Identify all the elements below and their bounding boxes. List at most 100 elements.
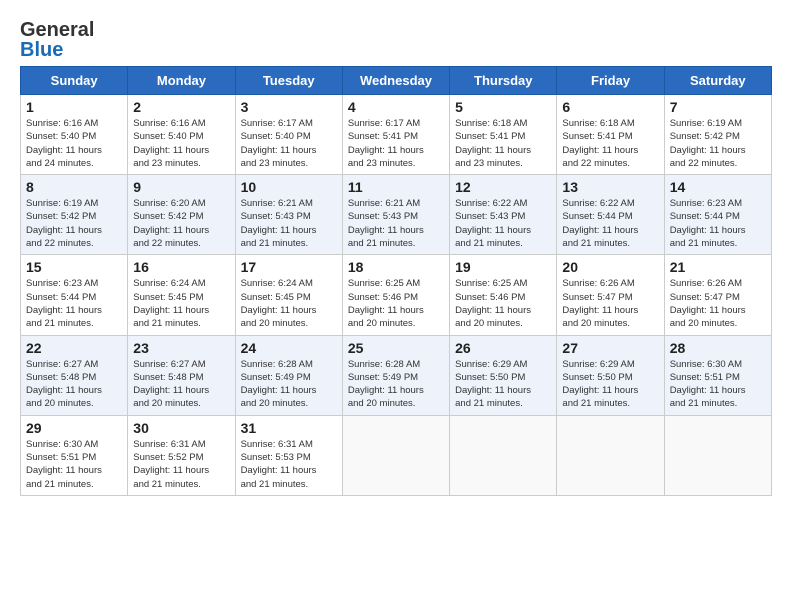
day-number: 26 <box>455 340 551 356</box>
calendar-cell <box>557 415 664 495</box>
day-number: 7 <box>670 99 766 115</box>
day-info: Sunrise: 6:16 AM Sunset: 5:40 PM Dayligh… <box>26 117 122 170</box>
calendar-cell: 22 Sunrise: 6:27 AM Sunset: 5:48 PM Dayli… <box>21 335 128 415</box>
day-number: 10 <box>241 179 337 195</box>
calendar-cell: 4 Sunrise: 6:17 AM Sunset: 5:41 PM Daylig… <box>342 95 449 175</box>
day-info: Sunrise: 6:25 AM Sunset: 5:46 PM Dayligh… <box>455 277 551 330</box>
day-info: Sunrise: 6:31 AM Sunset: 5:53 PM Dayligh… <box>241 438 337 491</box>
calendar-cell: 3 Sunrise: 6:17 AM Sunset: 5:40 PM Daylig… <box>235 95 342 175</box>
calendar-cell: 16 Sunrise: 6:24 AM Sunset: 5:45 PM Dayli… <box>128 255 235 335</box>
calendar-cell: 29 Sunrise: 6:30 AM Sunset: 5:51 PM Dayli… <box>21 415 128 495</box>
day-info: Sunrise: 6:17 AM Sunset: 5:41 PM Dayligh… <box>348 117 444 170</box>
day-info: Sunrise: 6:31 AM Sunset: 5:52 PM Dayligh… <box>133 438 229 491</box>
day-number: 11 <box>348 179 444 195</box>
day-number: 9 <box>133 179 229 195</box>
day-info: Sunrise: 6:24 AM Sunset: 5:45 PM Dayligh… <box>241 277 337 330</box>
day-info: Sunrise: 6:30 AM Sunset: 5:51 PM Dayligh… <box>670 358 766 411</box>
logo: General Blue <box>20 20 66 56</box>
day-info: Sunrise: 6:27 AM Sunset: 5:48 PM Dayligh… <box>26 358 122 411</box>
calendar-cell: 25 Sunrise: 6:28 AM Sunset: 5:49 PM Dayli… <box>342 335 449 415</box>
day-number: 30 <box>133 420 229 436</box>
day-info: Sunrise: 6:28 AM Sunset: 5:49 PM Dayligh… <box>348 358 444 411</box>
day-info: Sunrise: 6:28 AM Sunset: 5:49 PM Dayligh… <box>241 358 337 411</box>
calendar-cell: 26 Sunrise: 6:29 AM Sunset: 5:50 PM Dayli… <box>450 335 557 415</box>
day-info: Sunrise: 6:24 AM Sunset: 5:45 PM Dayligh… <box>133 277 229 330</box>
day-info: Sunrise: 6:19 AM Sunset: 5:42 PM Dayligh… <box>26 197 122 250</box>
day-info: Sunrise: 6:26 AM Sunset: 5:47 PM Dayligh… <box>670 277 766 330</box>
calendar-cell: 24 Sunrise: 6:28 AM Sunset: 5:49 PM Dayli… <box>235 335 342 415</box>
day-number: 29 <box>26 420 122 436</box>
day-info: Sunrise: 6:25 AM Sunset: 5:46 PM Dayligh… <box>348 277 444 330</box>
day-number: 17 <box>241 259 337 275</box>
day-number: 5 <box>455 99 551 115</box>
day-info: Sunrise: 6:22 AM Sunset: 5:43 PM Dayligh… <box>455 197 551 250</box>
day-number: 19 <box>455 259 551 275</box>
calendar-cell <box>664 415 771 495</box>
calendar-cell: 18 Sunrise: 6:25 AM Sunset: 5:46 PM Dayli… <box>342 255 449 335</box>
calendar-cell: 15 Sunrise: 6:23 AM Sunset: 5:44 PM Dayli… <box>21 255 128 335</box>
weekday-header-saturday: Saturday <box>664 67 771 95</box>
day-number: 28 <box>670 340 766 356</box>
calendar-cell: 5 Sunrise: 6:18 AM Sunset: 5:41 PM Daylig… <box>450 95 557 175</box>
day-number: 3 <box>241 99 337 115</box>
day-number: 13 <box>562 179 658 195</box>
day-info: Sunrise: 6:16 AM Sunset: 5:40 PM Dayligh… <box>133 117 229 170</box>
day-info: Sunrise: 6:23 AM Sunset: 5:44 PM Dayligh… <box>26 277 122 330</box>
day-number: 31 <box>241 420 337 436</box>
day-info: Sunrise: 6:20 AM Sunset: 5:42 PM Dayligh… <box>133 197 229 250</box>
day-number: 21 <box>670 259 766 275</box>
calendar-cell: 30 Sunrise: 6:31 AM Sunset: 5:52 PM Dayli… <box>128 415 235 495</box>
weekday-header-sunday: Sunday <box>21 67 128 95</box>
day-info: Sunrise: 6:29 AM Sunset: 5:50 PM Dayligh… <box>562 358 658 411</box>
calendar-cell: 28 Sunrise: 6:30 AM Sunset: 5:51 PM Dayli… <box>664 335 771 415</box>
day-info: Sunrise: 6:21 AM Sunset: 5:43 PM Dayligh… <box>241 197 337 250</box>
day-number: 4 <box>348 99 444 115</box>
weekday-header-thursday: Thursday <box>450 67 557 95</box>
day-info: Sunrise: 6:19 AM Sunset: 5:42 PM Dayligh… <box>670 117 766 170</box>
weekday-header-wednesday: Wednesday <box>342 67 449 95</box>
calendar-cell: 17 Sunrise: 6:24 AM Sunset: 5:45 PM Dayli… <box>235 255 342 335</box>
day-number: 16 <box>133 259 229 275</box>
day-number: 27 <box>562 340 658 356</box>
day-number: 1 <box>26 99 122 115</box>
day-number: 15 <box>26 259 122 275</box>
day-number: 18 <box>348 259 444 275</box>
calendar-table: SundayMondayTuesdayWednesdayThursdayFrid… <box>20 66 772 496</box>
calendar-cell: 21 Sunrise: 6:26 AM Sunset: 5:47 PM Dayli… <box>664 255 771 335</box>
day-info: Sunrise: 6:18 AM Sunset: 5:41 PM Dayligh… <box>455 117 551 170</box>
calendar-cell <box>342 415 449 495</box>
day-info: Sunrise: 6:17 AM Sunset: 5:40 PM Dayligh… <box>241 117 337 170</box>
day-number: 20 <box>562 259 658 275</box>
day-number: 24 <box>241 340 337 356</box>
day-info: Sunrise: 6:30 AM Sunset: 5:51 PM Dayligh… <box>26 438 122 491</box>
calendar-cell: 20 Sunrise: 6:26 AM Sunset: 5:47 PM Dayli… <box>557 255 664 335</box>
day-info: Sunrise: 6:29 AM Sunset: 5:50 PM Dayligh… <box>455 358 551 411</box>
day-info: Sunrise: 6:27 AM Sunset: 5:48 PM Dayligh… <box>133 358 229 411</box>
calendar-cell: 11 Sunrise: 6:21 AM Sunset: 5:43 PM Dayli… <box>342 175 449 255</box>
day-info: Sunrise: 6:21 AM Sunset: 5:43 PM Dayligh… <box>348 197 444 250</box>
day-number: 8 <box>26 179 122 195</box>
day-info: Sunrise: 6:22 AM Sunset: 5:44 PM Dayligh… <box>562 197 658 250</box>
calendar-cell: 8 Sunrise: 6:19 AM Sunset: 5:42 PM Daylig… <box>21 175 128 255</box>
day-info: Sunrise: 6:18 AM Sunset: 5:41 PM Dayligh… <box>562 117 658 170</box>
calendar-cell: 9 Sunrise: 6:20 AM Sunset: 5:42 PM Daylig… <box>128 175 235 255</box>
header: General Blue <box>20 20 772 56</box>
calendar-cell: 2Sunrise: 6:16 AM Sunset: 5:40 PM Daylig… <box>128 95 235 175</box>
weekday-header-tuesday: Tuesday <box>235 67 342 95</box>
calendar-cell: 19 Sunrise: 6:25 AM Sunset: 5:46 PM Dayli… <box>450 255 557 335</box>
calendar-cell: 13 Sunrise: 6:22 AM Sunset: 5:44 PM Dayli… <box>557 175 664 255</box>
day-number: 25 <box>348 340 444 356</box>
day-number: 22 <box>26 340 122 356</box>
calendar-cell: 1 Sunrise: 6:16 AM Sunset: 5:40 PM Daylig… <box>21 95 128 175</box>
weekday-header-monday: Monday <box>128 67 235 95</box>
day-number: 14 <box>670 179 766 195</box>
day-number: 12 <box>455 179 551 195</box>
calendar-cell: 23Sunrise: 6:27 AM Sunset: 5:48 PM Dayli… <box>128 335 235 415</box>
day-info: Sunrise: 6:26 AM Sunset: 5:47 PM Dayligh… <box>562 277 658 330</box>
calendar-cell: 31 Sunrise: 6:31 AM Sunset: 5:53 PM Dayli… <box>235 415 342 495</box>
weekday-header-friday: Friday <box>557 67 664 95</box>
day-number: 6 <box>562 99 658 115</box>
calendar-cell: 27 Sunrise: 6:29 AM Sunset: 5:50 PM Dayli… <box>557 335 664 415</box>
calendar-cell: 7 Sunrise: 6:19 AM Sunset: 5:42 PM Daylig… <box>664 95 771 175</box>
calendar-cell: 14Sunrise: 6:23 AM Sunset: 5:44 PM Dayli… <box>664 175 771 255</box>
